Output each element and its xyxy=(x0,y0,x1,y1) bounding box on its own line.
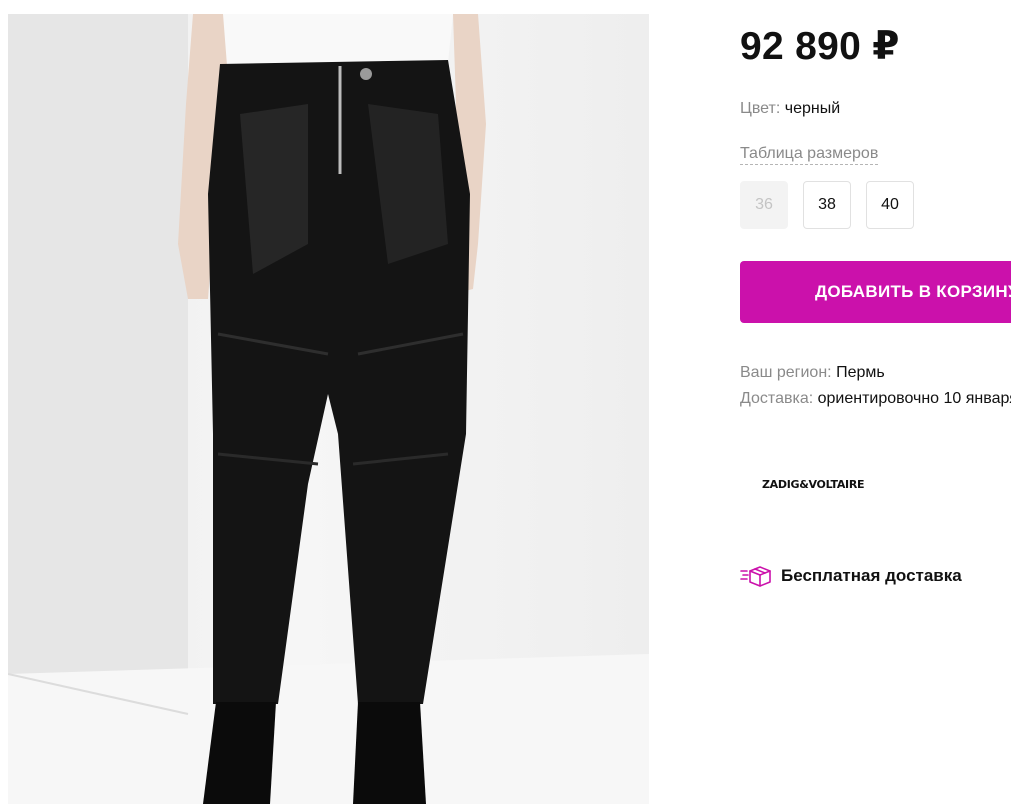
color-label: Цвет: xyxy=(740,100,781,117)
add-to-cart-button[interactable]: ДОБАВИТЬ В КОРЗИНУ xyxy=(740,261,1011,323)
product-image[interactable] xyxy=(8,14,649,804)
delivery-box-icon xyxy=(740,566,771,587)
free-delivery-badge: Бесплатная доставка xyxy=(740,565,962,587)
size-option-38[interactable]: 38 xyxy=(803,181,851,229)
region-label: Ваш регион: xyxy=(740,364,832,381)
product-photo-illustration xyxy=(8,14,649,804)
color-value: черный xyxy=(784,100,841,117)
size-option-36[interactable]: 36 xyxy=(740,181,788,229)
region-value[interactable]: Пермь xyxy=(836,364,885,381)
brand-logo[interactable]: ZADIG&VOLTAIRE xyxy=(762,478,865,491)
size-table-link[interactable]: Таблица размеров xyxy=(740,145,879,165)
region-row: Ваш регион: Пермь xyxy=(740,364,885,382)
color-row: Цвет: черный xyxy=(740,100,840,118)
size-option-40[interactable]: 40 xyxy=(866,181,914,229)
product-price: 92 890 ₽ xyxy=(740,25,900,68)
delivery-row: Доставка: ориентировочно 10 января xyxy=(740,390,1011,408)
delivery-label: Доставка: xyxy=(740,390,814,407)
product-info-panel: 92 890 ₽ Цвет: черный Таблица размеров 3… xyxy=(740,0,1011,804)
size-selector: 36 38 40 xyxy=(740,181,914,229)
free-delivery-text: Бесплатная доставка xyxy=(781,566,962,585)
delivery-value: ориентировочно 10 января xyxy=(817,390,1011,407)
